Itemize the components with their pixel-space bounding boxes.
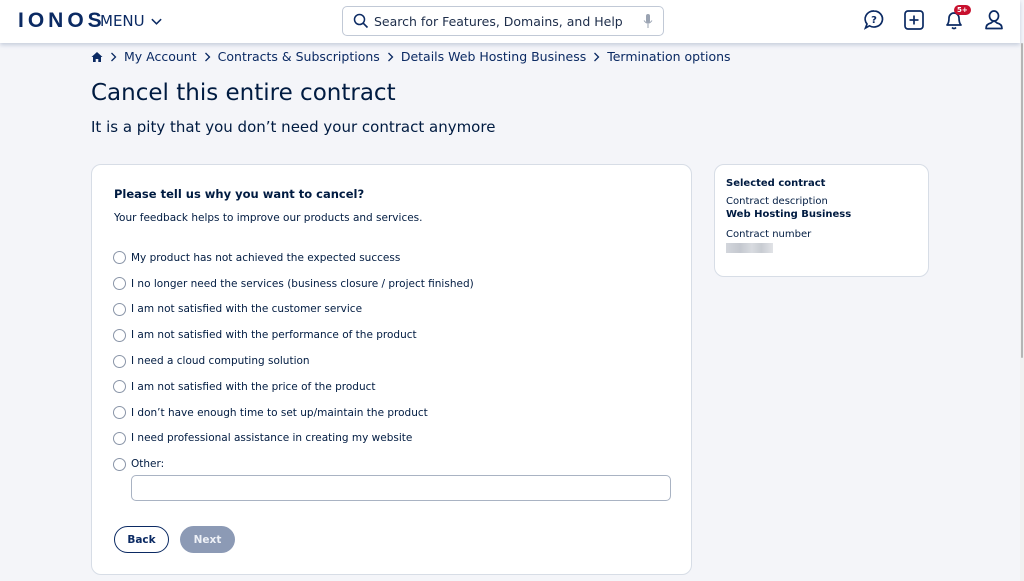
reason-option[interactable]: My product has not achieved the expected… <box>113 245 474 271</box>
radio-button[interactable] <box>113 328 126 342</box>
add-button[interactable] <box>902 8 926 32</box>
reason-option[interactable]: I need a cloud computing solution <box>113 348 474 374</box>
reason-option[interactable]: I no longer need the services (business … <box>113 271 474 297</box>
breadcrumb-my-account[interactable]: My Account <box>124 49 197 64</box>
search-input[interactable] <box>374 13 643 29</box>
chevron-right-icon <box>111 52 117 61</box>
chevron-right-icon <box>594 52 600 61</box>
option-label: I no longer need the services (business … <box>131 277 474 290</box>
back-button[interactable]: Back <box>114 526 169 553</box>
radio-button[interactable] <box>113 406 126 420</box>
chevron-down-icon <box>150 18 162 25</box>
notification-count-badge: 5+ <box>954 5 971 15</box>
breadcrumb-details[interactable]: Details Web Hosting Business <box>401 49 586 64</box>
chevron-right-icon <box>387 52 394 61</box>
radio-button[interactable] <box>113 277 126 291</box>
reason-option[interactable]: I am not satisfied with the price of the… <box>113 374 474 400</box>
reason-option[interactable]: I need professional assistance in creati… <box>113 426 474 452</box>
ionos-logo[interactable]: IONOS <box>18 9 106 33</box>
option-label: My product has not achieved the expected… <box>131 251 401 264</box>
cancellation-reason-form: Please tell us why you want to cancel? Y… <box>91 164 692 575</box>
next-button[interactable]: Next <box>180 526 235 553</box>
radio-button[interactable] <box>113 380 126 394</box>
user-icon <box>985 10 1003 30</box>
reason-option[interactable]: I am not satisfied with the customer ser… <box>113 297 474 323</box>
svg-text:?: ? <box>871 15 877 26</box>
option-label: I need professional assistance in creati… <box>131 432 413 445</box>
contract-description-label: Contract description <box>726 196 828 207</box>
selected-contract-panel: Selected contract Contract description W… <box>714 164 929 277</box>
other-reason-input[interactable] <box>131 475 671 501</box>
radio-button[interactable] <box>113 251 126 265</box>
breadcrumb-contracts[interactable]: Contracts & Subscriptions <box>218 49 380 64</box>
home-icon[interactable] <box>91 51 103 63</box>
page-scrollbar[interactable] <box>1020 43 1024 581</box>
chevron-right-icon <box>204 52 211 61</box>
contract-description-value: Web Hosting Business <box>726 209 852 220</box>
question-helper-text: Your feedback helps to improve our produ… <box>114 212 423 224</box>
option-label: I am not satisfied with the performance … <box>131 329 417 342</box>
breadcrumb: My Account Contracts & Subscriptions Det… <box>91 49 731 64</box>
breadcrumb-current: Termination options <box>607 49 731 64</box>
plus-square-icon <box>904 10 924 30</box>
help-chat-icon: ? <box>863 10 884 30</box>
scrollbar-thumb[interactable] <box>1021 43 1023 358</box>
reason-option-other[interactable]: Other: <box>113 451 474 477</box>
top-navigation-bar: IONOS MENU ? 5+ <box>0 0 1020 43</box>
radio-button[interactable] <box>113 431 126 445</box>
option-label: I don’t have enough time to set up/maint… <box>131 406 428 419</box>
search-bar[interactable] <box>342 6 664 36</box>
microphone-icon[interactable] <box>643 13 653 29</box>
radio-button[interactable] <box>113 354 126 368</box>
radio-button[interactable] <box>113 302 126 316</box>
reason-option[interactable]: I don’t have enough time to set up/maint… <box>113 400 474 426</box>
option-label: Other: <box>131 458 165 471</box>
help-button[interactable]: ? <box>862 8 886 32</box>
option-label: I need a cloud computing solution <box>131 355 310 368</box>
radio-button[interactable] <box>113 457 126 471</box>
panel-heading: Selected contract <box>726 178 826 189</box>
page-subtitle: It is a pity that you don’t need your co… <box>91 118 496 136</box>
reason-option[interactable]: I am not satisfied with the performance … <box>113 322 474 348</box>
contract-number-redacted <box>726 243 773 253</box>
reason-options: My product has not achieved the expected… <box>113 245 474 477</box>
search-icon <box>353 13 369 29</box>
option-label: I am not satisfied with the price of the… <box>131 380 376 393</box>
page-title: Cancel this entire contract <box>91 80 396 106</box>
account-button[interactable] <box>982 8 1006 32</box>
option-label: I am not satisfied with the customer ser… <box>131 303 363 316</box>
menu-label: MENU <box>100 12 145 30</box>
question-title: Please tell us why you want to cancel? <box>114 187 365 201</box>
notifications-button[interactable]: 5+ <box>942 5 971 32</box>
menu-button[interactable]: MENU <box>100 12 163 30</box>
contract-number-label: Contract number <box>726 229 812 240</box>
